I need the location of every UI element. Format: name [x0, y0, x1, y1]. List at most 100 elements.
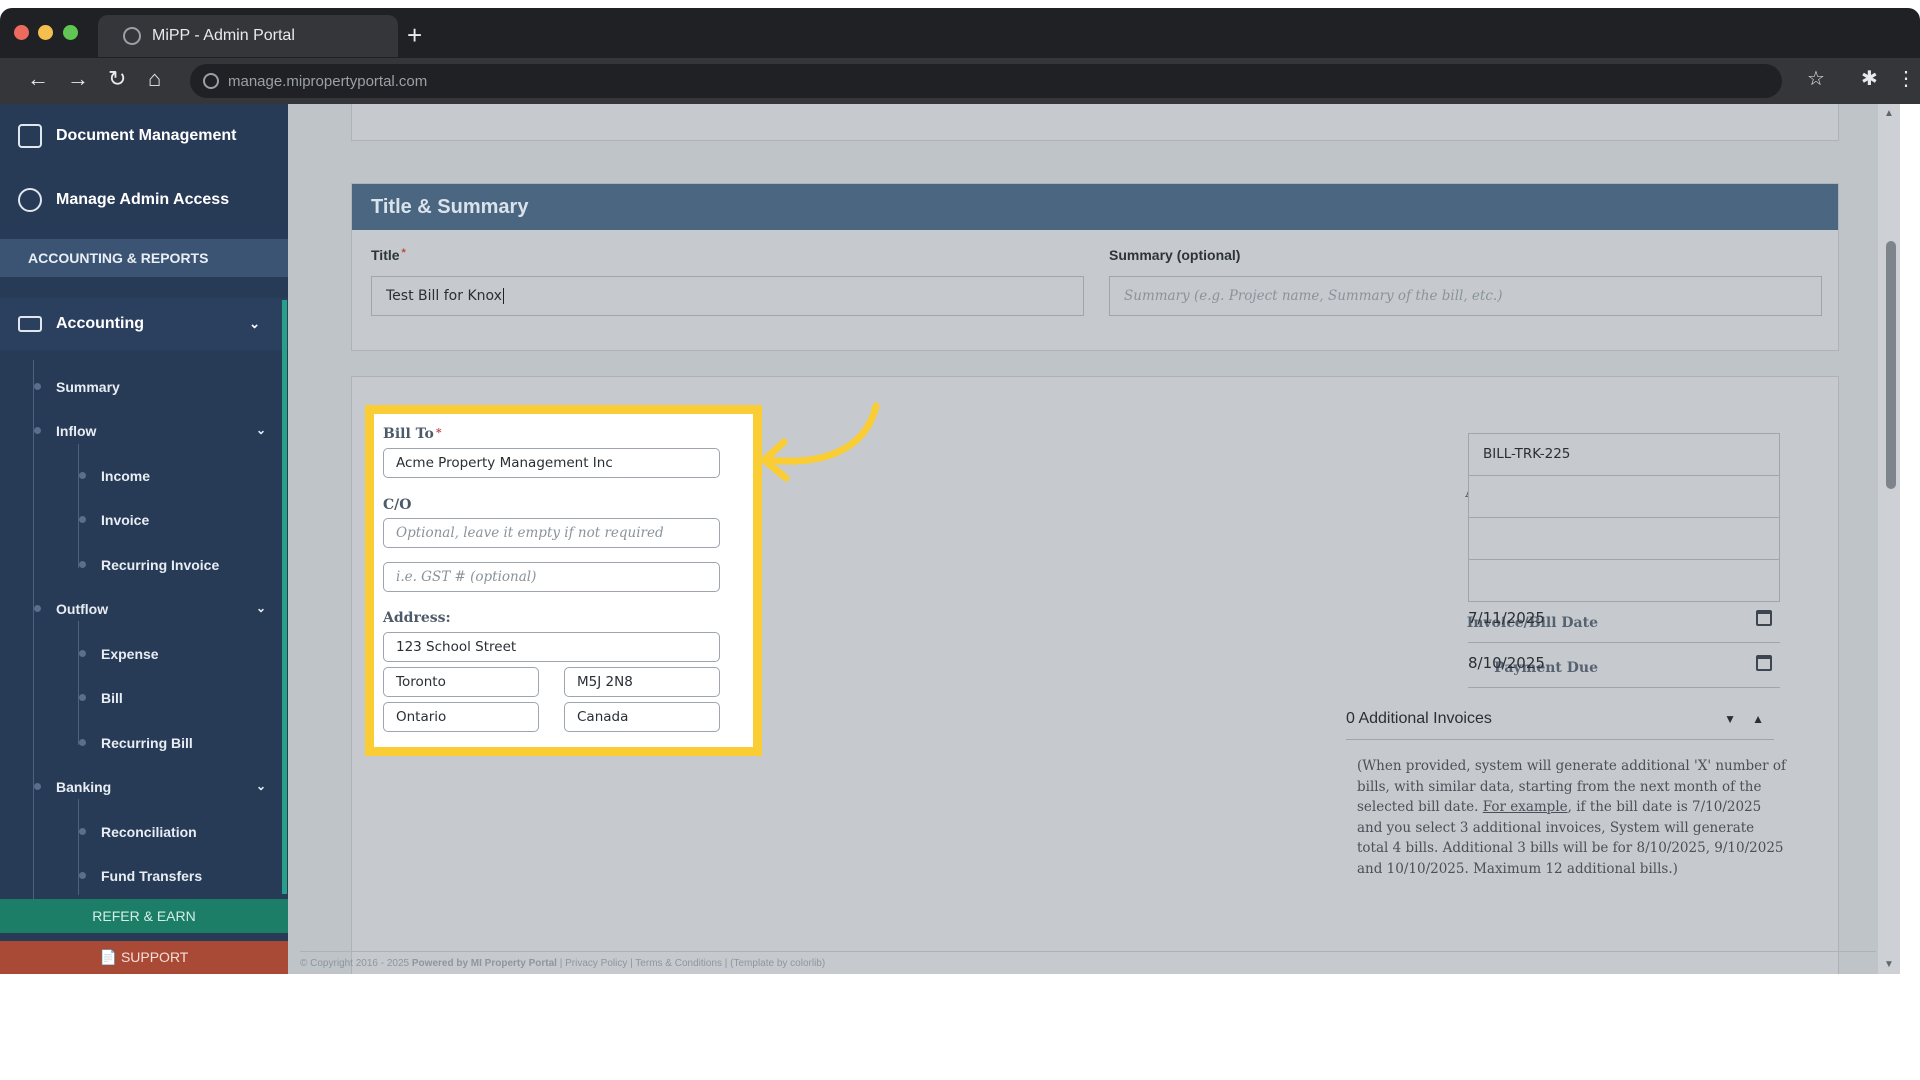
url-text: manage.mipropertyportal.com — [228, 72, 428, 90]
forward-icon[interactable]: → — [67, 66, 89, 92]
bill-to-highlight: Bill To * Acme Property Management Inc C/… — [365, 405, 762, 756]
postal-code-input[interactable]: M5J 2N8 — [564, 667, 720, 697]
calendar-icon[interactable] — [1756, 610, 1772, 626]
bullet-icon — [34, 427, 41, 434]
sidebar-section-header: ACCOUNTING & REPORTS — [0, 239, 288, 277]
refer-and-earn-button[interactable]: REFER & EARN — [0, 899, 288, 933]
documents-icon — [18, 124, 42, 148]
minimize-window-button[interactable] — [38, 25, 53, 40]
sidebar-item-accounting[interactable]: Accounting ⌄ — [0, 298, 288, 350]
maximize-window-button[interactable] — [63, 25, 78, 40]
scrollbar-thumb[interactable] — [1886, 241, 1896, 489]
reload-icon[interactable]: ↻ — [108, 66, 126, 92]
sidebar-item-label: Banking — [56, 779, 112, 795]
tree-line — [78, 799, 79, 895]
street-input[interactable]: 123 School Street — [383, 632, 720, 662]
powered-by-link[interactable]: Powered by MI Property Portal — [412, 958, 557, 969]
chevron-down-icon: ⌄ — [249, 316, 260, 331]
sidebar-item-bill[interactable]: Bill — [79, 690, 123, 706]
copyright-text: © Copyright 2016 - 2025 — [300, 958, 412, 969]
extensions-icon[interactable]: ✱ — [1861, 66, 1878, 91]
sidebar-item-label: Outflow — [56, 601, 109, 617]
account-number-input[interactable] — [1468, 475, 1780, 518]
additional-invoices-note: (When provided, system will generate add… — [1357, 756, 1789, 879]
bullet-icon — [79, 516, 86, 523]
sidebar-item-label: Invoice — [101, 512, 150, 528]
gst-placeholder: i.e. GST # (optional) — [396, 569, 537, 585]
footer-links[interactable]: | Privacy Policy | Terms & Conditions | — [557, 958, 730, 969]
sidebar-item-outflow[interactable]: Outflow ⌄ — [34, 601, 266, 617]
bullet-icon — [79, 561, 86, 568]
sidebar-item-invoice[interactable]: Invoice — [79, 512, 150, 528]
caret-down-icon[interactable]: ▼ — [1724, 712, 1736, 726]
browser-menu-icon[interactable]: ⋮ — [1896, 66, 1916, 91]
sidebar-item-inflow[interactable]: Inflow ⌄ — [34, 423, 266, 439]
calendar-icon[interactable] — [1756, 655, 1772, 671]
tree-line — [78, 621, 79, 745]
sidebar-item-label: Document Management — [56, 127, 237, 144]
scroll-down-icon[interactable]: ▼ — [1884, 959, 1894, 970]
invoice-date-input[interactable]: 7/11/2025 — [1468, 609, 1780, 643]
page-viewport: Document Management Manage Admin Access … — [0, 104, 1920, 974]
support-button[interactable]: 📄 SUPPORT — [0, 941, 288, 974]
sidebar-item-label: Inflow — [56, 423, 97, 439]
payment-due-input[interactable]: 8/10/2025 — [1468, 654, 1780, 688]
sidebar-item-income[interactable]: Income — [79, 468, 151, 484]
browser-tab[interactable]: MiPP - Admin Portal — [98, 15, 398, 57]
gst-input[interactable]: i.e. GST # (optional) — [383, 562, 720, 592]
tab-title: MiPP - Admin Portal — [152, 27, 295, 44]
home-icon[interactable]: ⌂ — [148, 66, 161, 92]
sidebar-item-label: Accounting — [56, 315, 144, 332]
bullet-icon — [34, 605, 41, 612]
sidebar-item-fund-transfers[interactable]: Fund Transfers — [79, 868, 203, 884]
bookmark-star-icon[interactable]: ☆ — [1807, 66, 1825, 91]
sidebar-item-label: Income — [101, 468, 151, 484]
address-bar[interactable]: manage.mipropertyportal.com — [190, 64, 1782, 98]
close-window-button[interactable] — [14, 25, 29, 40]
chevron-down-icon: ⌄ — [256, 601, 267, 615]
additional-invoices-value: 0 Additional Invoices — [1346, 710, 1492, 727]
sidebar-item-recurring-invoice[interactable]: Recurring Invoice — [79, 557, 219, 573]
co-input[interactable]: Optional, leave it empty if not required — [383, 518, 720, 548]
city-input[interactable]: Toronto — [383, 667, 539, 697]
support-label: SUPPORT — [120, 949, 189, 965]
chevron-down-icon: ⌄ — [256, 779, 267, 793]
sidebar-item-reconciliation[interactable]: Reconciliation — [79, 824, 197, 840]
page-footer: © Copyright 2016 - 2025 Powered by MI Pr… — [300, 951, 1876, 969]
chevron-down-icon: ⌄ — [256, 423, 267, 437]
for-example-link[interactable]: For example — [1483, 799, 1568, 815]
bullet-icon — [79, 694, 86, 701]
sidebar-item-document-management[interactable]: Document Management — [18, 124, 236, 148]
bullet-icon — [34, 383, 41, 390]
label-text: Bill To — [383, 426, 434, 442]
sidebar-item-label: Manage Admin Access — [56, 191, 230, 208]
bill-to-input[interactable]: Acme Property Management Inc — [383, 448, 720, 478]
scroll-up-icon[interactable]: ▲ — [1884, 108, 1894, 119]
sidebar-item-banking[interactable]: Banking ⌄ — [34, 779, 266, 795]
sidebar-item-summary[interactable]: Summary — [34, 379, 120, 395]
tree-line — [78, 444, 79, 568]
bullet-icon — [79, 650, 86, 657]
province-input[interactable]: Ontario — [383, 702, 539, 732]
caret-up-icon[interactable]: ▲ — [1752, 712, 1764, 726]
new-tab-button[interactable]: + — [407, 22, 422, 48]
invoice-date-value: 7/11/2025 — [1468, 609, 1545, 627]
sidebar-item-recurring-bill[interactable]: Recurring Bill — [79, 735, 193, 751]
bullet-icon — [79, 828, 86, 835]
sidebar-item-manage-admin-access[interactable]: Manage Admin Access — [18, 188, 229, 212]
sidebar-item-label: Fund Transfers — [101, 868, 203, 884]
additional-invoices-select[interactable]: 0 Additional Invoices ▼ ▲ — [1346, 710, 1774, 740]
back-icon[interactable]: ← — [27, 66, 49, 92]
wo-number-input[interactable] — [1468, 559, 1780, 602]
country-input[interactable]: Canada — [564, 702, 720, 732]
po-number-input[interactable] — [1468, 517, 1780, 560]
vertical-scrollbar[interactable]: ▲ ▼ — [1878, 104, 1900, 974]
co-placeholder: Optional, leave it empty if not required — [396, 525, 664, 541]
template-credit: (Template by colorlib) — [730, 958, 826, 969]
pointer-arrow-icon — [760, 402, 880, 482]
document-icon: 📄 — [99, 949, 118, 965]
site-info-icon[interactable] — [203, 73, 219, 89]
sidebar-item-expense[interactable]: Expense — [79, 646, 159, 662]
bullet-icon — [79, 739, 86, 746]
bill-number-input[interactable]: BILL-TRK-225 — [1468, 433, 1780, 476]
